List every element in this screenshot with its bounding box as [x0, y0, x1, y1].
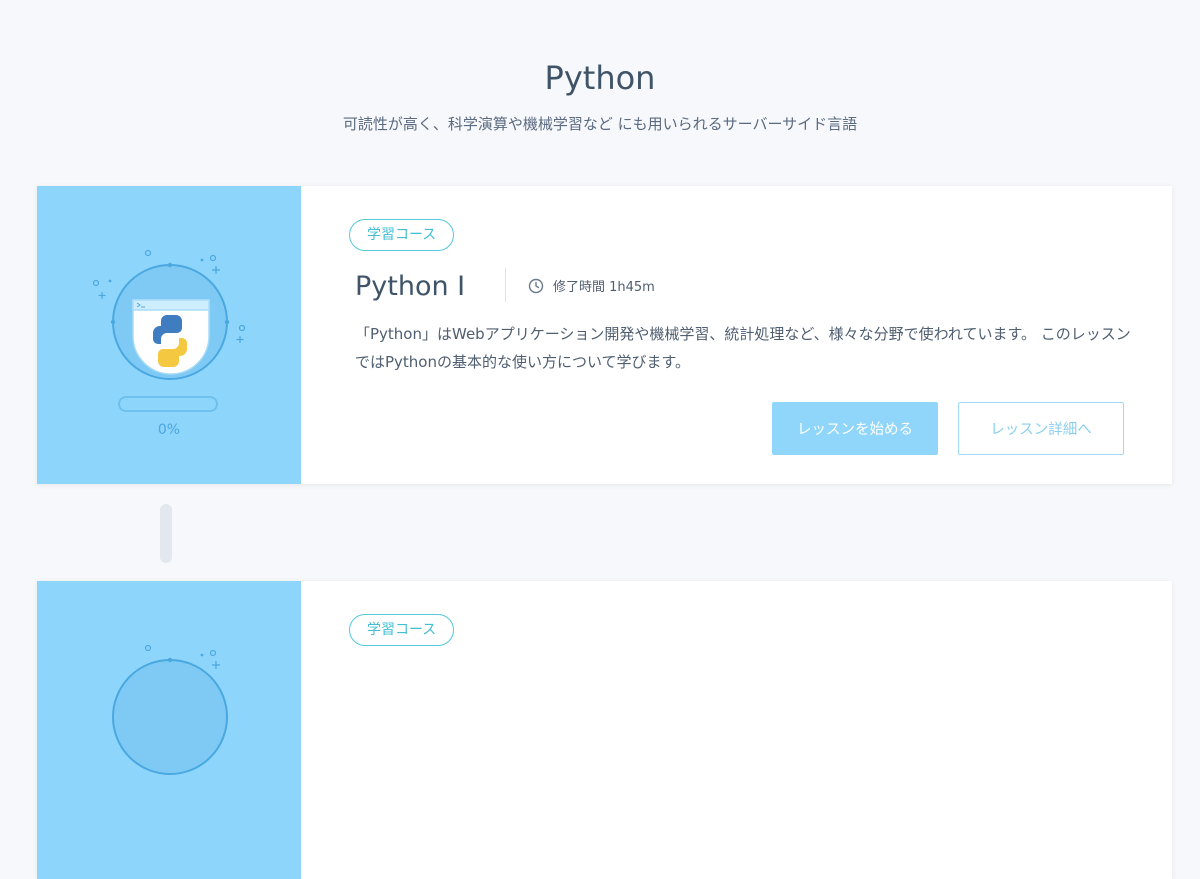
- course-type-badge: 学習コース: [349, 219, 455, 251]
- start-lesson-button[interactable]: レッスンを始める: [772, 402, 938, 455]
- clock-icon: [528, 278, 544, 294]
- title-divider: [505, 268, 506, 302]
- page-subtitle: 可読性が高く、科学演算や機械学習など にも用いられるサーバーサイド言語: [342, 115, 858, 133]
- lesson-detail-button[interactable]: レッスン詳細へ: [958, 402, 1124, 455]
- duration-info: 修了時間 1h45m: [528, 276, 655, 295]
- lesson-title: Python Ⅰ: [355, 271, 466, 302]
- duration-text: 修了時間 1h45m: [553, 280, 655, 295]
- course-type-badge: 学習コース: [349, 614, 455, 646]
- python-course-illustration: [92, 249, 246, 380]
- progress-percentage: 0%: [157, 422, 181, 438]
- python-course-illustration: [112, 644, 228, 775]
- course-visual: [37, 581, 301, 879]
- course-connector: [160, 504, 172, 563]
- page-title: Python: [544, 59, 656, 97]
- course-info: 学習コース Python Ⅰ 修了時間 1h45m 「Python」はWebアプ…: [301, 186, 1172, 484]
- course-info: 学習コース: [301, 581, 1172, 879]
- lesson-description: 「Python」はWebアプリケーション開発や機械学習、統計処理など、様々な分野…: [355, 325, 1131, 371]
- page-header: Python 可読性が高く、科学演算や機械学習など にも用いられるサーバーサイド…: [0, 56, 1200, 134]
- progress-bar: [118, 396, 218, 412]
- course-card: 0% 学習コース Python Ⅰ 修了時間 1h45m 「Python」はWe…: [37, 186, 1172, 484]
- course-card: 学習コース: [37, 581, 1172, 879]
- course-visual: 0%: [37, 186, 301, 484]
